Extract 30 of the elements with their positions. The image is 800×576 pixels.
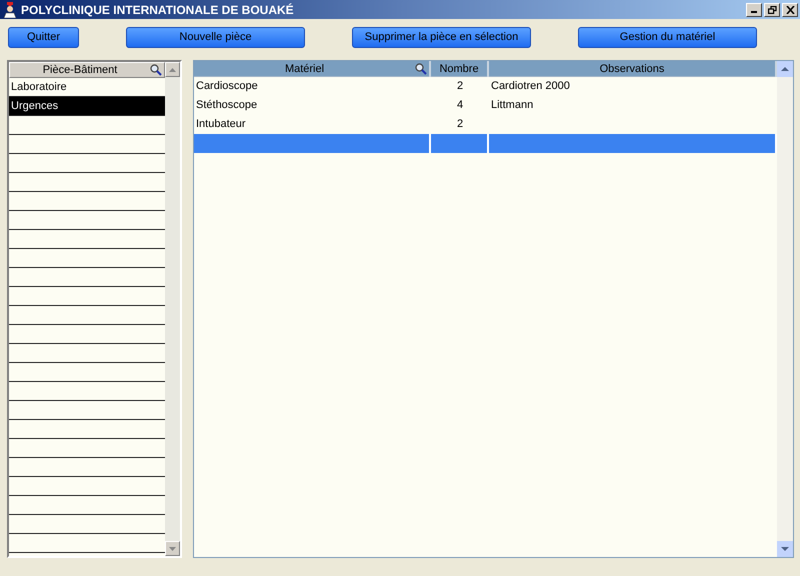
- table-cell-text: Intubateur: [195, 117, 247, 132]
- table-cell-text: Cardiotren 2000: [490, 79, 571, 94]
- table-cell-text: 4: [456, 98, 464, 114]
- search-icon[interactable]: [415, 63, 427, 75]
- window-title: POLYCLINIQUE INTERNATIONALE DE BOUAKÉ: [21, 2, 294, 18]
- search-icon[interactable]: [150, 64, 162, 76]
- table-cell-text: Stéthoscope: [195, 98, 258, 114]
- up-arrow-icon: [781, 67, 789, 71]
- restore-icon: [768, 6, 776, 14]
- table-cell-text: 2: [456, 117, 464, 132]
- list-item[interactable]: Urgences: [9, 97, 165, 116]
- scrollbar[interactable]: [165, 62, 180, 556]
- action-button[interactable]: Supprimer la pièce en sélection: [352, 27, 531, 48]
- doctor-icon: [2, 2, 18, 18]
- down-arrow-icon: [169, 546, 176, 550]
- down-arrow-icon: [781, 547, 789, 551]
- column-header[interactable]: Pièce-Bâtiment: [9, 62, 165, 78]
- action-button[interactable]: Quitter: [8, 27, 79, 48]
- restore-button[interactable]: [764, 2, 780, 16]
- table-cell-text: 2: [456, 79, 464, 94]
- close-icon: [786, 6, 794, 14]
- scrollbar[interactable]: [777, 61, 793, 557]
- table-cell-text: Littmann: [490, 98, 534, 114]
- table-cell-text: Cardioscope: [195, 79, 259, 94]
- minimize-button[interactable]: [746, 2, 762, 16]
- minimize-icon: [751, 11, 757, 13]
- action-button[interactable]: Nouvelle pièce: [126, 27, 305, 48]
- up-arrow-icon: [169, 68, 176, 72]
- action-button[interactable]: Gestion du matériel: [578, 27, 757, 48]
- close-button[interactable]: [782, 2, 798, 16]
